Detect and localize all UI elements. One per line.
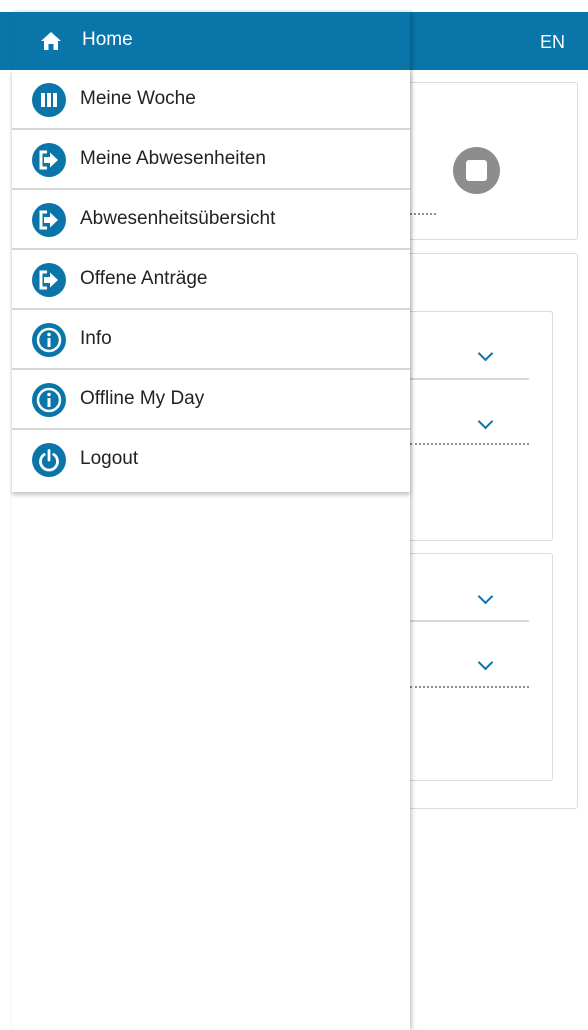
stop-icon[interactable] bbox=[453, 147, 500, 194]
row-divider bbox=[410, 378, 529, 380]
arrow-right-exit-icon bbox=[32, 203, 66, 237]
menu-item-label: Meine Abwesenheiten bbox=[80, 148, 266, 169]
arrow-right-exit-icon bbox=[32, 263, 66, 297]
menu-item-label: Logout bbox=[80, 448, 139, 469]
row-divider bbox=[410, 686, 529, 688]
drawer-menu: Meine Woche Meine Abwesenheiten Abwesenh… bbox=[12, 70, 410, 492]
navigation-drawer: Home Meine Woche Meine Abwesenheiten Abw… bbox=[12, 12, 410, 1030]
menu-item-label: Offline My Day bbox=[80, 388, 205, 409]
info-icon bbox=[32, 323, 66, 357]
menu-item-label: Offene Anträge bbox=[80, 268, 208, 289]
collapsible-panel bbox=[396, 553, 553, 781]
drawer-home-label: Home bbox=[82, 29, 133, 50]
row-divider bbox=[410, 620, 529, 622]
home-icon bbox=[41, 32, 61, 50]
menu-item-offline-my-day[interactable]: Offline My Day bbox=[12, 370, 410, 430]
drawer-home-item[interactable]: Home bbox=[12, 12, 410, 70]
menu-item-label: Abwesenheitsübersicht bbox=[80, 208, 276, 229]
menu-item-offene-antraege[interactable]: Offene Anträge bbox=[12, 250, 410, 310]
menu-item-abwesenheitsuebersicht[interactable]: Abwesenheitsübersicht bbox=[12, 190, 410, 250]
menu-item-label: Info bbox=[80, 328, 112, 349]
language-switch[interactable]: EN bbox=[540, 30, 565, 54]
collapsible-panel bbox=[396, 311, 553, 541]
arrow-right-exit-icon bbox=[32, 143, 66, 177]
menu-item-info[interactable]: Info bbox=[12, 310, 410, 370]
card-divider bbox=[410, 213, 436, 215]
menu-item-meine-woche[interactable]: Meine Woche bbox=[12, 70, 410, 130]
power-icon bbox=[32, 443, 66, 477]
menu-item-meine-abwesenheiten[interactable]: Meine Abwesenheiten bbox=[12, 130, 410, 190]
row-divider bbox=[410, 443, 529, 445]
info-icon bbox=[32, 383, 66, 417]
menu-item-logout[interactable]: Logout bbox=[12, 430, 410, 492]
week-columns-icon bbox=[32, 83, 66, 117]
menu-item-label: Meine Woche bbox=[80, 88, 196, 109]
